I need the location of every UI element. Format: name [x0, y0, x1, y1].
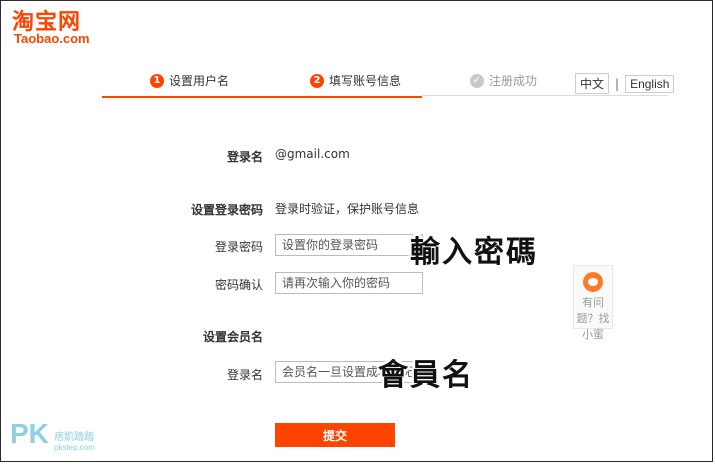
step-fill-account-info: 2 填写账号信息	[310, 72, 401, 89]
step-label: 注册成功	[489, 74, 538, 88]
annotation-member-name: 會員名	[378, 358, 474, 393]
password-section-label: 设置登录密码	[190, 203, 263, 217]
step-label: 设置用户名	[169, 74, 230, 88]
confirm-password-input[interactable]	[275, 272, 423, 294]
check-icon: ✓	[470, 73, 484, 88]
login-name-label: 登录名	[226, 150, 263, 164]
password-input[interactable]	[275, 234, 423, 256]
step-set-username: 1 设置用户名	[150, 72, 229, 89]
login-name-value: @gmail.com	[275, 147, 350, 161]
watermark-logo: PK	[10, 418, 49, 449]
confirm-password-label: 密码确认	[214, 278, 263, 292]
help-widget[interactable]: 有问题？找小蜜	[573, 265, 613, 341]
step-register-success: ✓ 注册成功	[470, 72, 537, 89]
watermark-text: 痞凱踏踏	[54, 432, 94, 443]
watermark-url: pkstep.com	[54, 443, 95, 452]
progress-remaining-segment	[422, 95, 668, 96]
language-switcher: 中文 | English	[575, 73, 675, 94]
lang-chinese-button[interactable]: 中文	[575, 73, 610, 94]
annotation-enter-password: 輸入密碼	[410, 235, 538, 270]
password-section-hint: 登录时验证，保护账号信息	[275, 202, 420, 216]
assistant-face-icon	[583, 272, 603, 292]
password-label: 登录密码	[214, 240, 263, 254]
member-section-label: 设置会员名	[202, 330, 263, 344]
lang-english-button[interactable]: English	[625, 74, 675, 93]
step-label: 填写账号信息	[329, 74, 402, 88]
member-name-label: 登录名	[226, 368, 263, 382]
step-number-2: 2	[310, 73, 324, 88]
taobao-logo-en[interactable]: Taobao.com	[14, 31, 90, 46]
submit-button[interactable]: 提交	[275, 423, 395, 447]
lang-separator: |	[615, 76, 620, 91]
step-number-1: 1	[150, 73, 164, 88]
help-text: 有问题？找小蜜	[576, 296, 610, 341]
